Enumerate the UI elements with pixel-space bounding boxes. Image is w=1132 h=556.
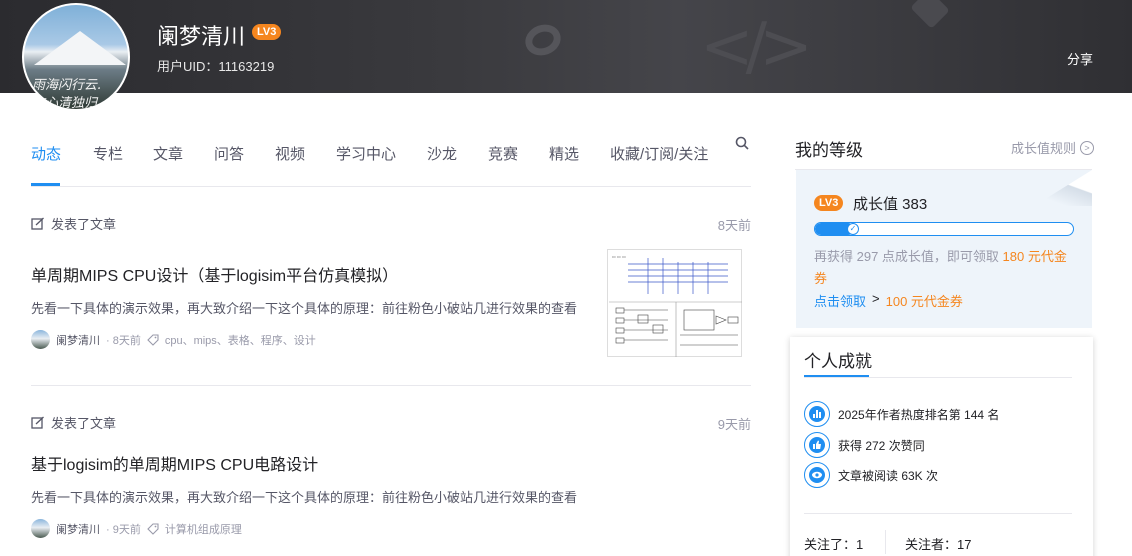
tab-favorites[interactable]: 收藏/订阅/关注 [610,143,708,164]
edit-icon [31,416,44,429]
article-meta: 阑梦清川 · 8天前 cpu、mips、表格、程序、设计 [31,330,316,349]
growth-rule-link[interactable]: 成长值规则 > [1011,138,1095,157]
achievement-item: 获得 272 次赞同 [804,432,925,458]
circuit-diagram-image: ▭ ▭ ▭ [609,254,742,357]
level-hint: 再获得 297 点成长值，即可领取 180 元代金券 [814,249,1067,286]
achievements-title: 个人成就 [804,352,872,371]
banner-code-icon: </> [700,10,813,84]
article-time: · 9天前 [106,523,141,536]
level-badge: LV3 [814,195,844,211]
achievement-item: 文章被阅读 63K 次 [804,462,938,488]
chevron-right-icon: > [1080,140,1095,155]
mountain-image [34,31,126,65]
article-title[interactable]: 单周期MIPS CPU设计（基于logisim平台仿真模拟） [31,262,398,286]
arrow-right-icon: > [872,291,880,306]
vertical-divider [885,530,886,554]
check-icon: ✓ [847,223,859,235]
search-icon[interactable] [735,136,749,150]
tab-video[interactable]: 视频 [275,143,305,164]
tab-featured[interactable]: 精选 [549,143,579,164]
article-meta: 阑梦清川 · 9天前 计算机组成原理 [31,519,242,538]
feed-time: 9天前 [717,417,751,432]
article-time: · 8天前 [106,334,141,347]
tab-learning-center[interactable]: 学习中心 [336,143,396,164]
section-divider [804,513,1072,514]
thumbs-up-icon [804,432,830,458]
avatar[interactable]: 雨海闪行云. 在心清独归 [22,3,130,111]
corner-fold-decoration [1034,170,1092,206]
eye-icon [804,462,830,488]
claim-link[interactable]: 点击领取 [814,291,866,310]
username: 阑梦清川 [157,24,246,49]
achievements-card: 个人成就 2025年作者热度排名第 144 名 获得 272 次赞同 文章被阅读… [790,337,1093,556]
banner-decoration [910,0,950,29]
feed-item: 发表了文章 9天前 基于logisim的单周期MIPS CPU电路设计 先看一下… [31,411,751,551]
svg-text:▭ ▭ ▭: ▭ ▭ ▭ [612,254,626,259]
banner-decoration [520,19,566,61]
edit-icon [31,217,44,230]
avatar-calligraphy: 雨海闪行云. 在心清独归 [32,78,102,111]
author-name[interactable]: 阑梦清川 [56,521,100,537]
achievement-item: 2025年作者热度排名第 144 名 [804,401,999,427]
feed-divider [31,385,751,386]
active-tab-indicator [31,183,60,186]
section-divider [804,377,1072,378]
feed-time: 8天前 [717,218,751,233]
following-count[interactable]: 关注了：1 [804,534,863,553]
activity-label: 发表了文章 [31,413,116,432]
level-badge: LV3 [252,24,282,40]
tab-qa[interactable]: 问答 [214,143,244,164]
tab-salon[interactable]: 沙龙 [427,143,457,164]
tab-column[interactable]: 专栏 [93,143,123,164]
tab-competition[interactable]: 竞赛 [488,143,518,164]
growth-value: 成长值 383 [853,196,928,213]
user-uid: 用户UID：11163219 [157,59,275,74]
profile-tabs: 动态 专栏 文章 问答 视频 学习中心 沙龙 竞赛 精选 收藏/订阅/关注 [31,130,751,187]
article-desc[interactable]: 先看一下具体的演示效果，再大致介绍一下这个具体的原理：前往粉色小破站几进行效果的… [31,298,577,317]
share-button[interactable]: 分享 [1067,49,1093,68]
tag-icon [147,522,159,535]
tag-icon [147,333,159,346]
level-card: LV3 成长值 383 ✓ 再获得 297 点成长值，即可领取 180 元代金券… [796,170,1092,328]
activity-label: 发表了文章 [31,214,116,233]
article-desc[interactable]: 先看一下具体的演示效果，再大致介绍一下这个具体的原理：前往粉色小破站几进行效果的… [31,487,577,506]
profile-banner: </> 阑梦清川 LV3 用户UID：11163219 分享 [0,0,1132,93]
author-avatar[interactable] [31,330,50,349]
tab-articles[interactable]: 文章 [153,143,183,164]
author-avatar[interactable] [31,519,50,538]
tab-dynamic[interactable]: 动态 [31,143,61,164]
author-name[interactable]: 阑梦清川 [56,332,100,348]
bar-chart-icon [804,401,830,427]
claim-row: 点击领取 > 100 元代金券 [814,291,963,310]
coupon-amount: 100 元代金券 [885,294,963,309]
article-title[interactable]: 基于logisim的单周期MIPS CPU电路设计 [31,451,318,475]
followers-count[interactable]: 关注者：17 [905,534,971,553]
title-underline [804,375,869,377]
article-tags[interactable]: cpu、mips、表格、程序、设计 [165,332,316,348]
article-tags[interactable]: 计算机组成原理 [165,521,242,537]
level-section-title: 我的等级 [795,141,863,160]
article-thumbnail[interactable]: ▭ ▭ ▭ [607,249,742,357]
